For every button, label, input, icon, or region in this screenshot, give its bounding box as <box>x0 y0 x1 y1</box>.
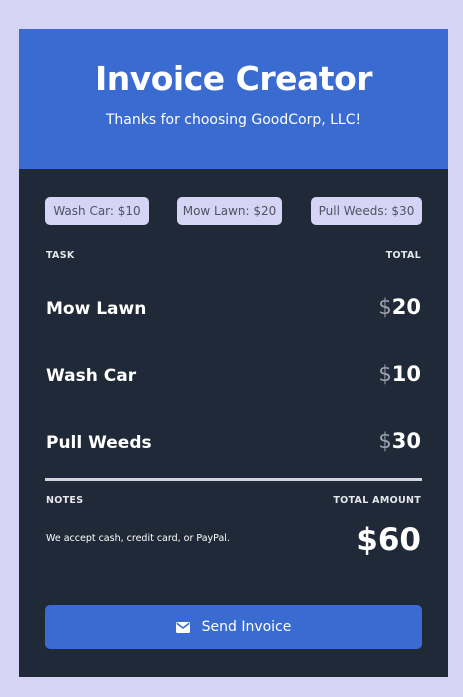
row-amount: $20 <box>378 295 421 319</box>
total-amount-value: $60 <box>356 522 421 558</box>
table-row: Wash Car $10 <box>46 362 421 392</box>
notes-header: NOTES <box>46 495 84 506</box>
notes-text: We accept cash, credit card, or PayPal. <box>46 533 230 544</box>
currency-symbol: $ <box>378 429 392 453</box>
page-subtitle: Thanks for choosing GoodCorp, LLC! <box>105 112 362 128</box>
add-wash-car-button[interactable]: Wash Car: $10 <box>45 197 149 225</box>
currency-symbol: $ <box>378 295 392 319</box>
task-button-group: Wash Car: $10 Mow Lawn: $20 Pull Weeds: … <box>45 197 422 225</box>
row-task-name: Pull Weeds <box>46 433 152 453</box>
table-row: Mow Lawn $20 <box>46 295 421 325</box>
invoice-card: Invoice Creator Thanks for choosing Good… <box>19 29 448 677</box>
add-mow-lawn-button[interactable]: Mow Lawn: $20 <box>177 197 282 225</box>
row-amount-value: 20 <box>391 295 421 319</box>
table-row: Pull Weeds $30 <box>46 429 421 459</box>
currency-symbol: $ <box>378 362 392 386</box>
task-column-header: TASK <box>46 250 75 261</box>
row-amount: $10 <box>378 362 421 386</box>
table-divider <box>45 478 422 481</box>
row-amount-value: 10 <box>391 362 421 386</box>
send-invoice-label: Send Invoice <box>201 619 292 635</box>
send-invoice-button[interactable]: Send Invoice <box>45 605 422 649</box>
row-amount-value: 30 <box>391 429 421 453</box>
add-pull-weeds-button[interactable]: Pull Weeds: $30 <box>311 197 422 225</box>
total-column-header: TOTAL <box>385 250 421 261</box>
invoice-header: Invoice Creator Thanks for choosing Good… <box>19 29 448 169</box>
envelope-icon <box>175 621 190 633</box>
total-amount-header: TOTAL AMOUNT <box>333 495 421 506</box>
page-title: Invoice Creator <box>94 59 373 98</box>
row-task-name: Mow Lawn <box>46 299 147 319</box>
row-task-name: Wash Car <box>46 366 137 386</box>
row-amount: $30 <box>378 429 421 453</box>
